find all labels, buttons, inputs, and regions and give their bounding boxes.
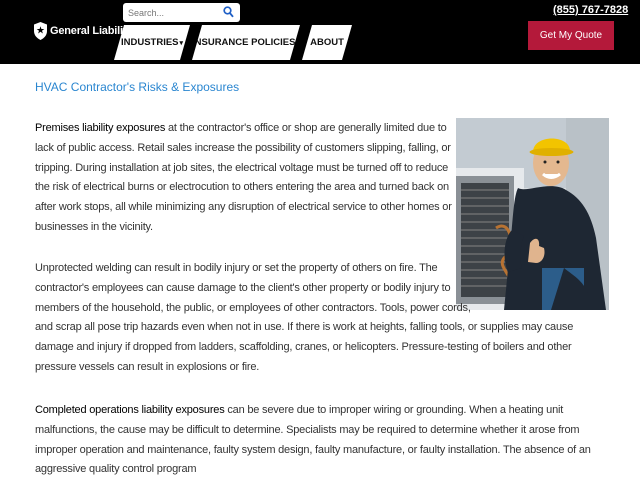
nav-about-label: ABOUT	[310, 37, 344, 48]
hazards-line-3: members of the household, the public, or…	[35, 301, 471, 314]
nav-insurance-policies-label: INSURANCE POLICIES	[192, 37, 296, 48]
main-nav: INDUSTRIES ▾ INSURANCE POLICIES ▾ ABOUT	[114, 25, 354, 60]
completed-operations-paragraph: Completed operations liability exposures…	[35, 401, 610, 480]
hazards-line-2: contractor's employees can cause damage …	[35, 281, 451, 294]
hazards-line-1: Unprotected welding can result in bodily…	[35, 262, 438, 274]
article-title: HVAC Contractor's Risks & Exposures	[35, 80, 240, 94]
premises-text: at the contractor's office or shop are g…	[35, 122, 452, 233]
shield-icon	[34, 22, 47, 40]
site-header: General Liability INDUSTRIES ▾ INSURANCE…	[0, 0, 640, 64]
chevron-down-icon: ▾	[296, 39, 300, 47]
search-input[interactable]	[128, 7, 220, 18]
nav-industries[interactable]: INDUSTRIES ▾	[114, 25, 190, 60]
search-box	[123, 3, 240, 22]
completed-operations-lead: Completed operations liability exposures	[35, 404, 225, 416]
get-quote-button[interactable]: Get My Quote	[528, 21, 614, 50]
phone-link[interactable]: (855) 767-7828	[553, 4, 628, 16]
nav-about[interactable]: ABOUT	[302, 25, 352, 60]
nav-insurance-policies[interactable]: INSURANCE POLICIES ▾	[192, 25, 300, 60]
hazards-rest: and scrap all pose trip hazards even whe…	[35, 321, 574, 373]
premises-lead: Premises liability exposures	[35, 122, 166, 134]
premises-paragraph: Premises liability exposures at the cont…	[35, 119, 455, 238]
chevron-down-icon: ▾	[179, 39, 184, 47]
search-icon[interactable]	[223, 6, 234, 18]
premises-hazards-paragraph: Unprotected welding can result in bodily…	[35, 259, 610, 378]
nav-industries-label: INDUSTRIES	[120, 37, 179, 48]
